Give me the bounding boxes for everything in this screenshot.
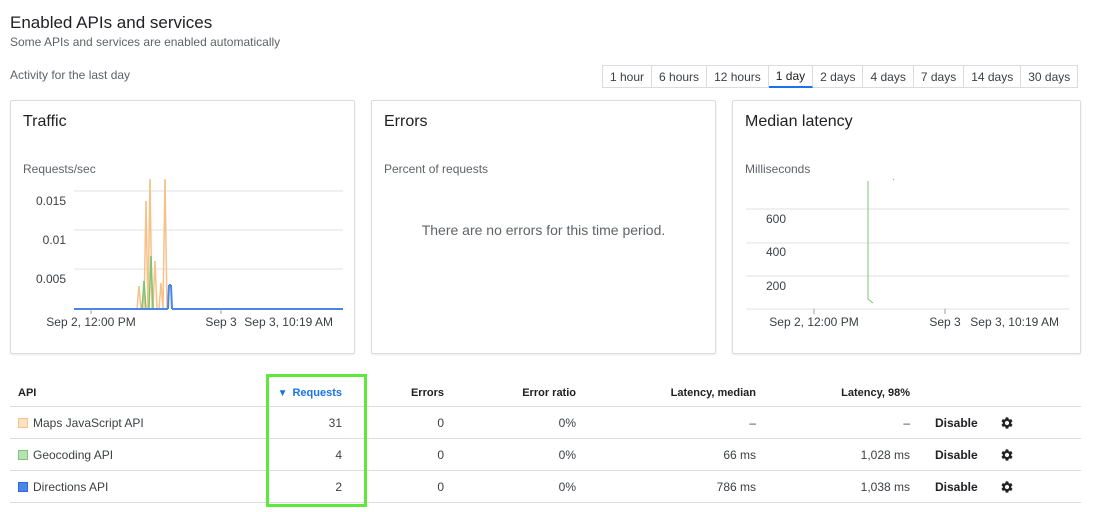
y-tick-label: 400 xyxy=(766,245,786,259)
error-ratio-cell: 0% xyxy=(558,479,576,494)
y-tick-label: 0.01 xyxy=(43,233,67,247)
api-name: Geocoding API xyxy=(33,447,114,462)
traffic-card: Traffic Requests/sec 0.015 0.01 0.005 Se… xyxy=(10,100,355,354)
col-errors[interactable]: Errors xyxy=(370,378,444,406)
table-row: Maps JavaScript API 31 0 0% – – Disable xyxy=(10,407,1081,439)
traffic-chart: 0.015 0.01 0.005 Sep 2, 12:00 PM Sep 3 S… xyxy=(36,178,343,329)
x-tick-label: Sep 2, 12:00 PM xyxy=(769,315,858,329)
api-name-cell[interactable]: Maps JavaScript API xyxy=(18,407,144,438)
activity-label: Activity for the last day xyxy=(10,68,131,82)
table-header: API ▼ Requests Errors Error ratio Latenc… xyxy=(10,378,1081,407)
col-latency-median[interactable]: Latency, median xyxy=(610,378,756,406)
range-12-hours[interactable]: 12 hours xyxy=(707,65,769,88)
col-error-ratio[interactable]: Error ratio xyxy=(480,378,576,406)
maps-color-swatch xyxy=(18,417,28,428)
x-tick-label: Sep 3 xyxy=(929,315,961,329)
gear-icon[interactable] xyxy=(1000,407,1014,438)
col-latency-98[interactable]: Latency, 98% xyxy=(770,378,910,406)
latency-median-cell: – xyxy=(749,415,756,430)
x-tick-label: Sep 3, 10:19 AM xyxy=(244,315,333,329)
latency-98-cell: – xyxy=(903,415,910,430)
latency-98-cell: 1,028 ms xyxy=(860,447,910,462)
errors-cell: 0 xyxy=(437,415,444,430)
range-7-days[interactable]: 7 days xyxy=(913,65,965,88)
gear-icon[interactable] xyxy=(1000,471,1014,502)
table-row: Directions API 2 0 0% 786 ms 1,038 ms Di… xyxy=(10,471,1081,503)
disable-button[interactable]: Disable xyxy=(935,471,978,502)
traffic-spike xyxy=(164,178,168,310)
latency-median-cell: 66 ms xyxy=(723,447,756,462)
latency-card: Median latency Milliseconds 600 400 200 … xyxy=(732,100,1081,354)
gear-icon[interactable] xyxy=(1000,439,1014,470)
table-row: Geocoding API 4 0 0% 66 ms 1,028 ms Disa… xyxy=(10,439,1081,471)
no-errors-message: There are no errors for this time period… xyxy=(421,222,666,238)
disable-button[interactable]: Disable xyxy=(935,407,978,438)
time-range-selector: 1 hour 6 hours 12 hours 1 day 2 days 4 d… xyxy=(602,65,1079,88)
geocoding-color-swatch xyxy=(18,449,28,460)
disable-button[interactable]: Disable xyxy=(935,439,978,470)
range-1-hour[interactable]: 1 hour xyxy=(602,65,653,88)
x-tick-label: Sep 3 xyxy=(205,315,237,329)
col-requests[interactable]: ▼ Requests xyxy=(266,378,342,406)
error-ratio-cell: 0% xyxy=(558,415,576,430)
latency-point xyxy=(892,178,895,181)
page-subtitle: Some APIs and services are enabled autom… xyxy=(10,35,281,49)
errors-card-title: Errors xyxy=(384,113,428,130)
latency-chart: 600 400 200 Sep 2, 12:00 PM Sep 3 Sep 3,… xyxy=(746,178,1069,329)
directions-series xyxy=(74,284,343,310)
requests-cell: 31 xyxy=(328,415,342,430)
requests-cell: 4 xyxy=(335,447,342,462)
latency-median-cell: 786 ms xyxy=(716,479,756,494)
errors-card: Errors Percent of requests There are no … xyxy=(371,100,716,354)
page-title: Enabled APIs and services xyxy=(10,13,213,32)
api-name-cell[interactable]: Directions API xyxy=(18,471,108,502)
latency-98-cell: 1,038 ms xyxy=(860,479,910,494)
y-tick-label: 0.015 xyxy=(36,194,66,208)
sort-down-icon: ▼ xyxy=(277,387,288,399)
api-name: Directions API xyxy=(33,479,109,494)
x-tick-label: Sep 3, 10:19 AM xyxy=(970,315,1059,329)
requests-cell: 2 xyxy=(335,479,342,494)
range-4-days[interactable]: 4 days xyxy=(863,65,914,88)
traffic-spike xyxy=(167,284,170,310)
col-api[interactable]: API xyxy=(18,378,36,406)
api-name: Maps JavaScript API xyxy=(33,415,144,430)
range-14-days[interactable]: 14 days xyxy=(964,65,1022,88)
api-name-cell[interactable]: Geocoding API xyxy=(18,439,113,470)
traffic-spike xyxy=(170,284,173,310)
y-tick-label: 200 xyxy=(766,279,786,293)
range-1-day[interactable]: 1 day xyxy=(768,65,814,88)
col-requests-label: Requests xyxy=(292,387,342,399)
directions-color-swatch xyxy=(18,481,28,492)
y-tick-label: 0.005 xyxy=(36,272,66,286)
range-6-hours[interactable]: 6 hours xyxy=(652,65,708,88)
errors-cell: 0 xyxy=(437,479,444,494)
traffic-spike xyxy=(154,260,158,310)
errors-card-unit: Percent of requests xyxy=(384,162,489,176)
latency-geocoding-line xyxy=(867,181,874,304)
error-ratio-cell: 0% xyxy=(558,447,576,462)
range-30-days[interactable]: 30 days xyxy=(1021,65,1079,88)
errors-cell: 0 xyxy=(437,447,444,462)
traffic-spike xyxy=(138,285,142,310)
api-table: API ▼ Requests Errors Error ratio Latenc… xyxy=(10,378,1081,503)
x-tick-label: Sep 2, 12:00 PM xyxy=(46,315,135,329)
range-2-days[interactable]: 2 days xyxy=(813,65,864,88)
y-tick-label: 600 xyxy=(766,212,786,226)
